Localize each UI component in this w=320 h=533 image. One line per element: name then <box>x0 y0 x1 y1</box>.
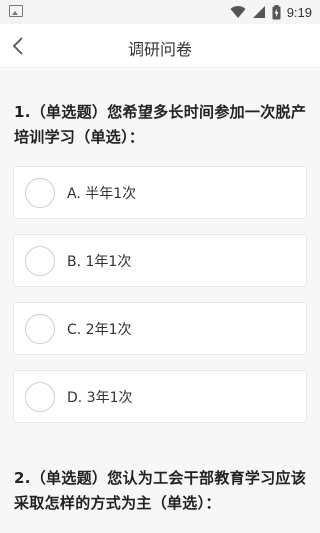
status-icons: 9:19 <box>230 3 312 21</box>
option-a[interactable]: A. 半年1次 <box>13 166 307 219</box>
page-title: 调研问卷 <box>127 40 192 59</box>
option-b[interactable]: B. 1年1次 <box>13 234 307 287</box>
radio-circle[interactable] <box>25 382 55 412</box>
title-bar: 调研问卷 <box>0 24 320 68</box>
status-bar: 9:19 <box>0 0 320 24</box>
option-c-label: C. 2年1次 <box>67 322 132 338</box>
radio-circle[interactable] <box>25 246 55 276</box>
radio-circle[interactable] <box>25 178 55 208</box>
option-d[interactable]: D. 3年1次 <box>13 370 307 423</box>
question-2-text: 2.（单选题）您认为工会干部教育学习应该采取怎样的方式为主（单选）： <box>14 469 307 512</box>
wifi-icon <box>230 6 246 19</box>
option-c[interactable]: C. 2年1次 <box>13 302 307 355</box>
question-1-text: 1.（单选题）您希望多长时间参加一次脱产培训学习（单选）： <box>14 103 307 146</box>
option-a-label: A. 半年1次 <box>67 186 137 202</box>
status-time: 9:19 <box>286 4 312 20</box>
radio-circle[interactable] <box>25 314 55 344</box>
gallery-icon <box>9 5 23 17</box>
option-d-label: D. 3年1次 <box>67 390 133 406</box>
option-b-label: B. 1年1次 <box>67 254 132 270</box>
battery-icon <box>272 4 281 19</box>
signal-icon <box>252 6 265 18</box>
survey-content[interactable]: 1.（单选题）您希望多长时间参加一次脱产培训学习（单选）： A. 半年1次 B.… <box>0 69 320 533</box>
